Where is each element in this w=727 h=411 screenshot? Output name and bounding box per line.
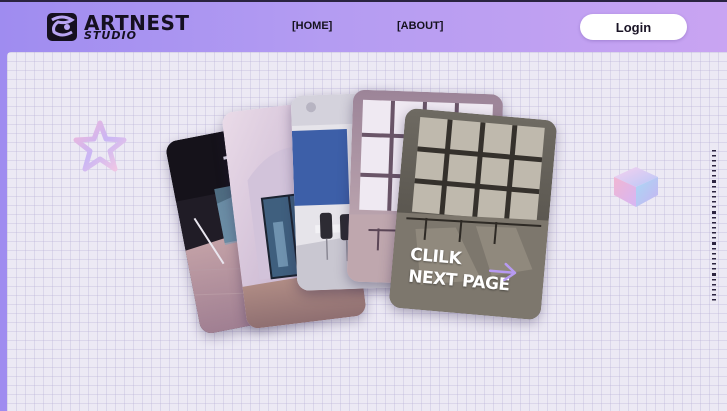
cube-decoration-icon — [614, 167, 658, 207]
brand-logo[interactable]: ARTNEST STUDIO — [46, 11, 189, 44]
next-page-card[interactable]: CLILK NEXT PAGE — [388, 107, 558, 321]
artnest-logo-icon — [47, 13, 77, 41]
brand-subtitle: STUDIO — [84, 29, 137, 42]
arrow-right-icon[interactable] — [487, 261, 519, 284]
scroll-ruler[interactable] — [712, 150, 718, 302]
site-header: ARTNEST STUDIO [HOME] [ABOUT] Login — [0, 2, 727, 52]
star-decoration-icon — [73, 120, 127, 172]
login-button[interactable]: Login — [580, 14, 687, 40]
nav-home-link[interactable]: [HOME] — [292, 20, 332, 32]
gallery-canvas: CLILK NEXT PAGE — [7, 52, 727, 411]
nav-about-link[interactable]: [ABOUT] — [397, 20, 443, 32]
